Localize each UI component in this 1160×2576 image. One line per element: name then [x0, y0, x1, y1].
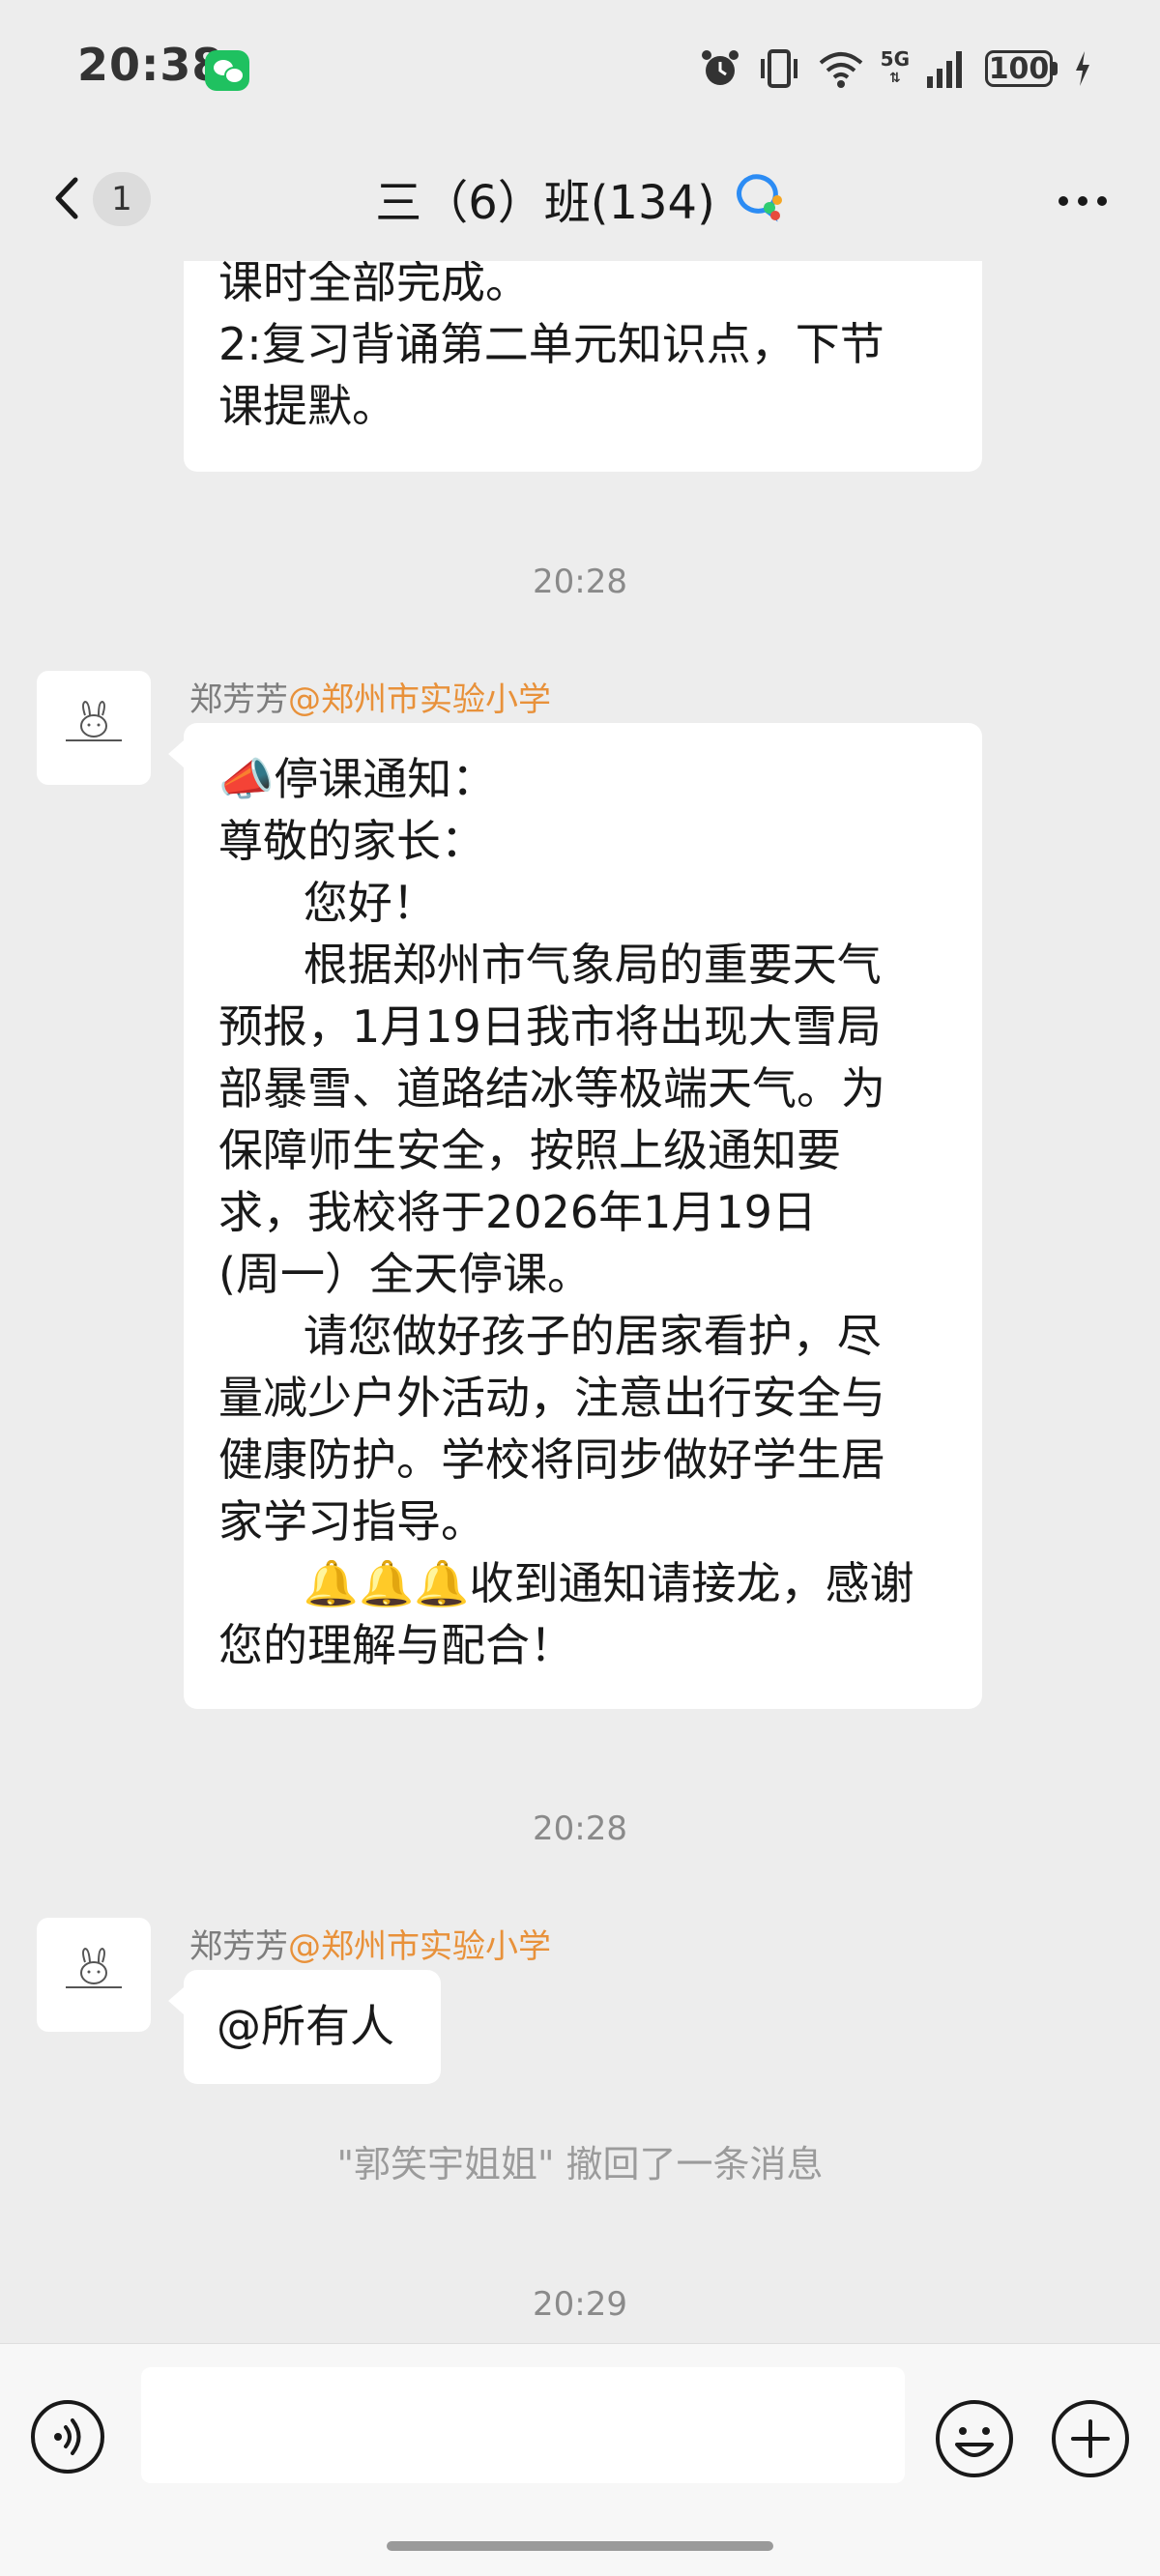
chat-header: 1 三（6）班(134) — [0, 135, 1160, 261]
more-dots-icon[interactable] — [1044, 164, 1121, 232]
bubble-tail — [168, 1987, 184, 2014]
message-line: 保障师生安全，按照上级通知要 — [218, 1124, 841, 1176]
wifi-icon — [819, 52, 862, 88]
chat-message-list[interactable]: 课时全部完成。 2:复习背诵第二单元知识点，下节 课提默。 20:28 郑芳芳@… — [0, 261, 1160, 2343]
sender-organization: @郑州市实验小学 — [288, 680, 551, 719]
message-line: 您好！ — [218, 877, 437, 929]
group-title-text: 三（6）班(134) — [375, 176, 715, 230]
alarm-icon — [701, 50, 739, 85]
message-line: 您的理解与配合！ — [218, 1619, 574, 1671]
timestamp: 20:29 — [533, 2285, 627, 2324]
message-bubble-previous[interactable]: 课时全部完成。 2:复习背诵第二单元知识点，下节 课提默。 — [184, 261, 982, 472]
vibrate-icon — [760, 49, 798, 88]
message-line: 尊敬的家长： — [218, 815, 485, 867]
status-icons: 5G ⇅ 100 — [699, 44, 1092, 93]
mention-message-bubble[interactable]: @所有人 — [184, 1970, 441, 2084]
notice-message-bubble[interactable]: 📣停课通知： 尊敬的家长： 您好！ 根据郑州市气象局的重要天气 预报，1月19日… — [184, 723, 982, 1709]
emoji-icon[interactable] — [934, 2398, 1015, 2479]
message-line: 课提默。 — [218, 380, 396, 432]
status-bar: 20:38 5G ⇅ 100 — [0, 0, 1160, 135]
message-line: @所有人 — [217, 2000, 394, 2052]
avatar[interactable] — [37, 1918, 151, 2032]
rabbit-avatar-icon — [66, 700, 122, 741]
message-input-bar — [0, 2343, 1160, 2576]
message-line: 请您做好孩子的居家看护，尽 — [218, 1310, 882, 1362]
message-line: 🔔🔔🔔收到通知请接龙，感谢 — [218, 1557, 914, 1609]
sender-nickname: 郑芳芳 — [189, 680, 288, 719]
network-type: 5G ⇅ — [880, 47, 910, 86]
message-line: 健康防护。学校将同步做好学生居 — [218, 1433, 885, 1486]
wechat-notification-icon — [205, 50, 249, 91]
sender-name: 郑芳芳@郑州市实验小学 — [189, 1920, 551, 1967]
sender-organization: @郑州市实验小学 — [288, 1927, 551, 1966]
voice-icon[interactable] — [29, 2398, 106, 2475]
message-line: 量减少户外活动，注意出行安全与 — [218, 1372, 885, 1424]
timestamp: 20:28 — [533, 563, 627, 601]
battery-level: 100 — [988, 51, 1050, 86]
home-indicator[interactable] — [387, 2541, 773, 2551]
charging-icon — [1076, 51, 1089, 86]
message-line: 📣停课通知： — [218, 753, 497, 805]
recall-notice: "郭笑宇姐姐" 撤回了一条消息 — [336, 2143, 824, 2185]
message-line: 课时全部完成。 — [218, 261, 530, 308]
rabbit-avatar-icon — [66, 1947, 122, 1988]
page-title: 三（6）班(134) — [0, 164, 1160, 232]
message-input[interactable] — [141, 2367, 905, 2483]
group-chat-icon — [736, 174, 782, 222]
bubble-tail — [168, 740, 184, 767]
message-line: 求，我校将于2026年1月19日 — [218, 1186, 817, 1238]
sender-name: 郑芳芳@郑州市实验小学 — [189, 673, 551, 720]
timestamp: 20:28 — [533, 1809, 627, 1848]
message-line: 根据郑州市气象局的重要天气 — [218, 939, 882, 991]
status-time: 20:38 — [77, 39, 224, 91]
message-line: 2:复习背诵第二单元知识点，下节 — [218, 318, 884, 370]
message-line: 预报，1月19日我市将出现大雪局 — [218, 1000, 882, 1053]
message-line: (周一）全天停课。 — [218, 1248, 592, 1300]
message-line: 家学习指导。 — [218, 1495, 485, 1548]
avatar[interactable] — [37, 671, 151, 785]
battery-indicator: 100 — [985, 50, 1058, 87]
sender-nickname: 郑芳芳 — [189, 1927, 288, 1966]
message-line: 部暴雪、道路结冰等极端天气。为 — [218, 1062, 885, 1114]
plus-icon[interactable] — [1050, 2398, 1131, 2479]
signal-icon — [927, 51, 962, 88]
